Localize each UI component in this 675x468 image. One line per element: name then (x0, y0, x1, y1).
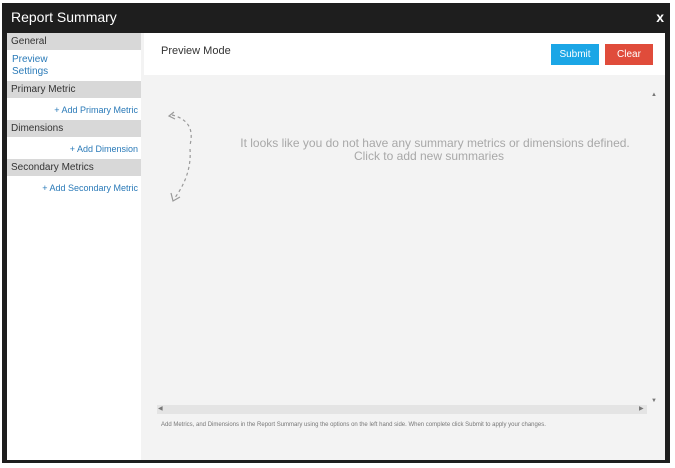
section-header-primary-metric: Primary Metric (7, 81, 141, 98)
add-primary-metric-link[interactable]: + Add Primary Metric (7, 98, 141, 120)
clear-button[interactable]: Clear (605, 44, 653, 65)
preview-link[interactable]: Preview (12, 54, 141, 66)
main-header: Preview Mode Submit Clear (144, 33, 665, 75)
scroll-right-arrow-icon[interactable]: ▶ (639, 405, 644, 413)
settings-link[interactable]: Settings (12, 66, 141, 78)
empty-message-line-2: Click to add new summaries (353, 149, 505, 163)
scroll-down-arrow-icon[interactable]: ▼ (651, 397, 657, 405)
empty-state-message: It looks like you do not have any summar… (150, 137, 660, 163)
section-header-secondary-metrics: Secondary Metrics (7, 159, 141, 176)
general-links: Preview Settings (7, 50, 141, 81)
scroll-left-arrow-icon[interactable]: ◀ (158, 405, 163, 413)
dialog-title: Report Summary (11, 9, 117, 25)
section-header-general: General (7, 33, 141, 50)
add-secondary-metric-link[interactable]: + Add Secondary Metric (7, 176, 141, 198)
preview-canvas: It looks like you do not have any summar… (150, 85, 660, 409)
horizontal-scrollbar[interactable]: ◀ ▶ (157, 405, 647, 414)
dialog-body: General Preview Settings Primary Metric … (7, 33, 665, 460)
submit-button[interactable]: Submit (551, 44, 599, 65)
close-icon[interactable]: x (656, 3, 664, 31)
section-header-dimensions: Dimensions (7, 120, 141, 137)
scroll-up-arrow-icon[interactable]: ▲ (651, 91, 657, 99)
main-panel: Preview Mode Submit Clear It looks like … (144, 33, 665, 460)
main-title: Preview Mode (161, 45, 231, 57)
vertical-scrollbar[interactable]: ▲ ▼ (650, 85, 659, 409)
report-summary-dialog: Report Summary x General Preview Setting… (2, 3, 670, 463)
add-dimension-link[interactable]: + Add Dimension (7, 137, 141, 159)
footer-note: Add Metrics, and Dimensions in the Repor… (161, 422, 546, 428)
sidebar: General Preview Settings Primary Metric … (7, 33, 141, 460)
